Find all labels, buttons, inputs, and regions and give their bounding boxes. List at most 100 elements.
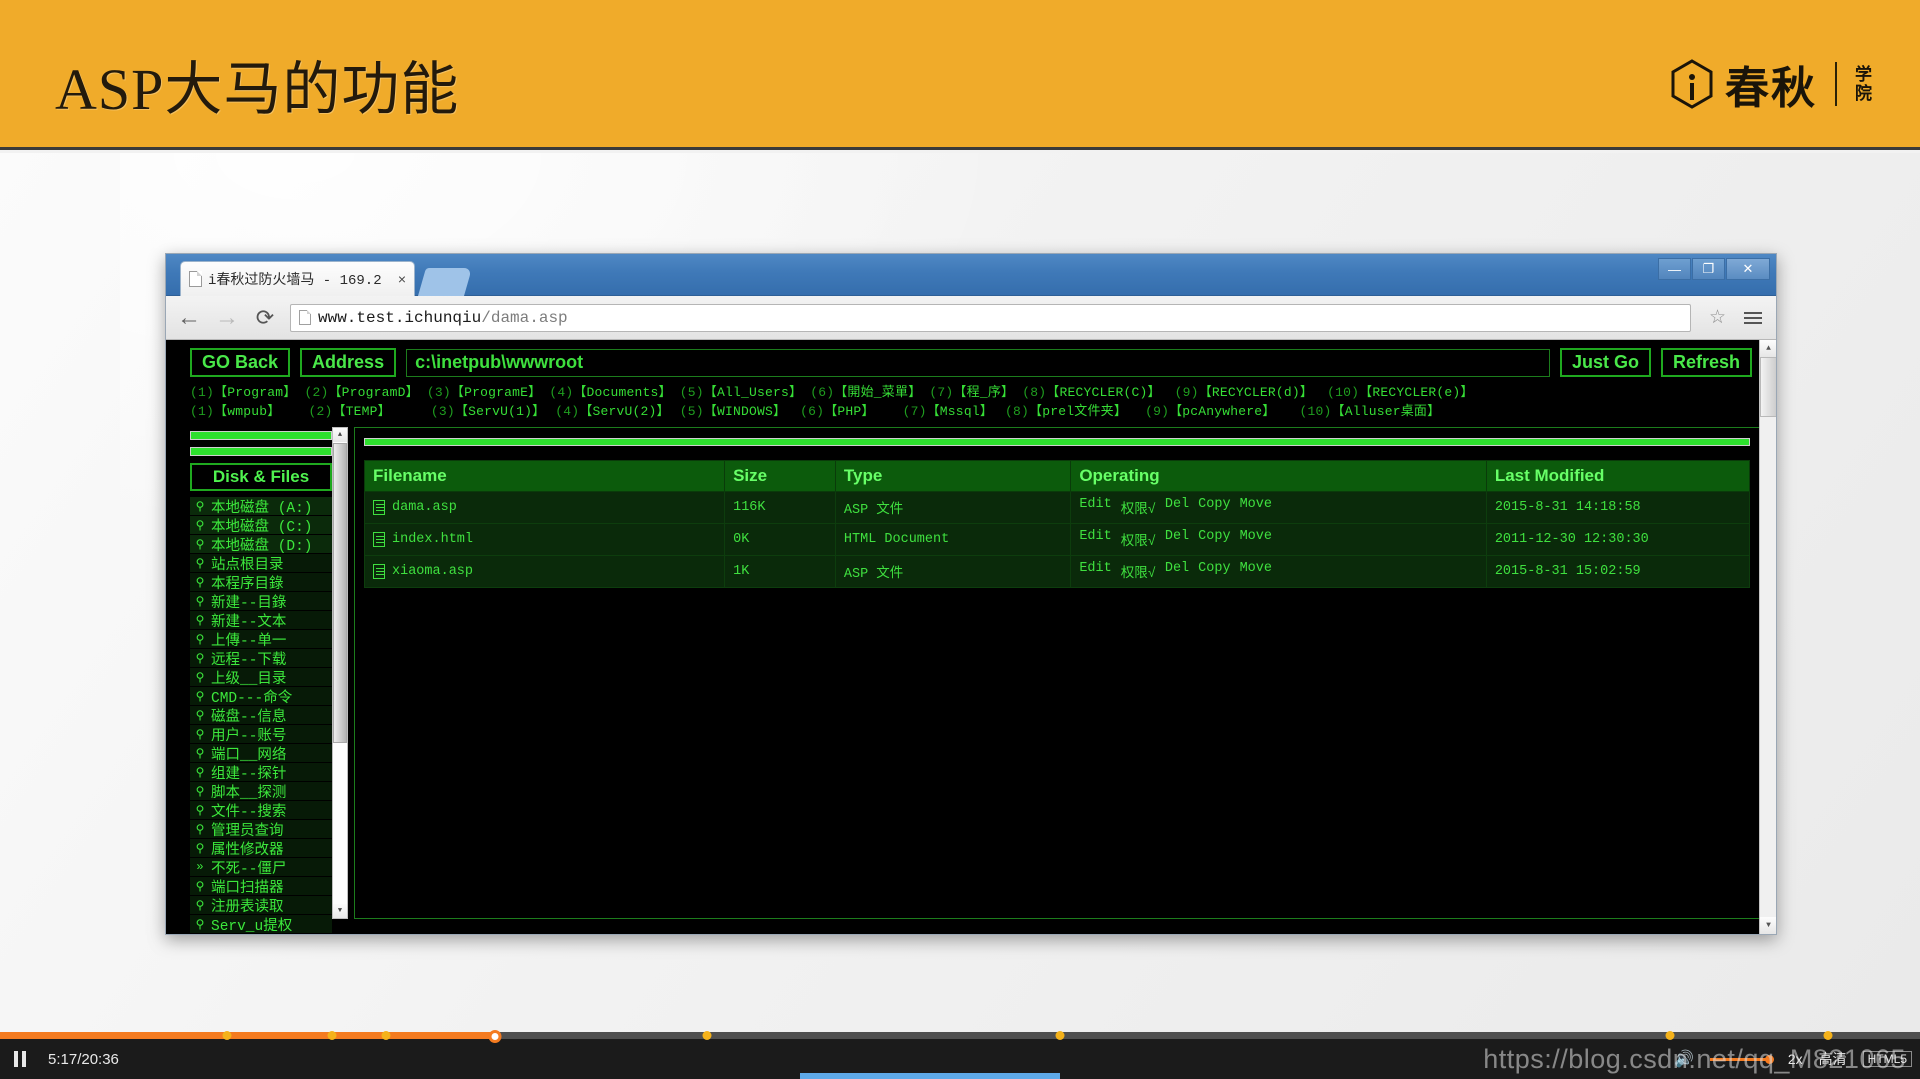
quicklink-item[interactable]: (3)【ProgramE】 xyxy=(427,381,541,400)
sidebar-item[interactable]: ⚲ CMD---命令 xyxy=(190,687,332,707)
sidebar-item[interactable]: » 不死--僵尸 xyxy=(190,858,332,878)
forward-icon[interactable]: → xyxy=(214,305,240,330)
pause-icon[interactable] xyxy=(14,1051,26,1067)
op--link[interactable]: 权限√ xyxy=(1121,497,1156,518)
quicklink-item[interactable]: (4)【ServU(2)】 xyxy=(555,400,669,419)
browser-tab[interactable]: i春秋过防火墙马 - 169.2 × xyxy=(180,261,415,296)
back-icon[interactable]: ← xyxy=(176,305,202,330)
minimize-button[interactable]: — xyxy=(1658,258,1691,280)
sidebar-item[interactable]: ⚲ 端口__网络 xyxy=(190,744,332,764)
go-back-button[interactable]: GO Back xyxy=(190,348,291,377)
sidebar-item[interactable]: ⚲ 本程序目錄 xyxy=(190,573,332,593)
quicklink-item[interactable]: (5)【All_Users】 xyxy=(680,381,802,400)
sidebar-item[interactable]: ⚲ 本地磁盘 (C:) xyxy=(190,516,332,536)
filename-link[interactable]: dama.asp xyxy=(392,500,457,515)
close-window-button[interactable]: ✕ xyxy=(1726,258,1770,280)
close-tab-icon[interactable]: × xyxy=(398,272,406,286)
sidebar-item[interactable]: ⚲ 站点根目录 xyxy=(190,554,332,574)
quicklink-item[interactable]: (1)【wmpub】 xyxy=(190,400,280,419)
op-copy-link[interactable]: Copy xyxy=(1198,529,1230,550)
op-del-link[interactable]: Del xyxy=(1165,497,1189,518)
scroll-down-icon[interactable]: ▼ xyxy=(333,904,347,918)
page-scroll-down-icon[interactable]: ▼ xyxy=(1760,917,1776,934)
sidebar-item-label: 远程--下载 xyxy=(211,652,287,669)
chapter-marker[interactable] xyxy=(327,1031,337,1040)
scroll-up-icon[interactable]: ▲ xyxy=(333,428,347,442)
quicklink-item[interactable]: (4)【Documents】 xyxy=(549,381,671,400)
sidebar-item[interactable]: ⚲ 本地磁盘 (A:) xyxy=(190,497,332,517)
sidebar-item[interactable]: ⚲ 组建--探针 xyxy=(190,763,332,783)
refresh-button[interactable]: Refresh xyxy=(1660,348,1752,377)
page-scrollbar[interactable]: ▲ ▼ xyxy=(1759,340,1776,934)
sidebar-item[interactable]: ⚲ 新建--文本 xyxy=(190,611,332,631)
quicklink-item[interactable]: (9)【pcAnywhere】 xyxy=(1145,400,1275,419)
progress-handle[interactable] xyxy=(488,1030,502,1043)
quicklink-item[interactable]: (5)【WINDOWS】 xyxy=(680,400,786,419)
quicklink-item[interactable]: (2)【TEMP】 xyxy=(308,400,390,419)
filename-link[interactable]: xiaoma.asp xyxy=(392,564,473,579)
chapter-marker[interactable] xyxy=(222,1031,232,1040)
sidebar-item[interactable]: ⚲ 脚本__探测 xyxy=(190,782,332,802)
sidebar-scrollbar[interactable]: ▲ ▼ xyxy=(332,427,348,919)
page-scroll-thumb[interactable] xyxy=(1760,357,1776,417)
op-del-link[interactable]: Del xyxy=(1165,529,1189,550)
sidebar-item[interactable]: ⚲ 新建--目錄 xyxy=(190,592,332,612)
op-del-link[interactable]: Del xyxy=(1165,561,1189,582)
op-move-link[interactable]: Move xyxy=(1240,529,1272,550)
quality-button[interactable]: 高清 xyxy=(1819,1049,1847,1069)
filename-link[interactable]: index.html xyxy=(392,532,473,547)
op-move-link[interactable]: Move xyxy=(1240,561,1272,582)
address-label-button[interactable]: Address xyxy=(300,348,397,377)
sidebar-item[interactable]: ⚲ 上级__目录 xyxy=(190,668,332,688)
chapter-marker[interactable] xyxy=(1055,1031,1065,1040)
quicklink-item[interactable]: (2)【ProgramD】 xyxy=(304,381,418,400)
restore-button[interactable]: ❐ xyxy=(1692,258,1725,280)
new-tab-button[interactable] xyxy=(417,268,473,296)
progress-bar[interactable] xyxy=(0,1030,1920,1043)
sidebar-item[interactable]: ⚲ 磁盘--信息 xyxy=(190,706,332,726)
browser-titlebar[interactable]: i春秋过防火墙马 - 169.2 × — ❐ ✕ xyxy=(166,254,1776,296)
volume-icon[interactable]: 🔊 xyxy=(1674,1049,1694,1069)
menu-icon[interactable] xyxy=(1744,311,1762,324)
volume-slider[interactable] xyxy=(1709,1054,1774,1064)
sidebar-item[interactable]: ⚲ 文件--搜索 xyxy=(190,801,332,821)
page-scroll-up-icon[interactable]: ▲ xyxy=(1760,340,1776,357)
chapter-marker[interactable] xyxy=(702,1031,712,1040)
quicklink-item[interactable]: (1)【Program】 xyxy=(190,381,296,400)
bookmark-star-icon[interactable]: ☆ xyxy=(1709,306,1726,329)
address-bar[interactable]: www.test.ichunqiu/dama.asp xyxy=(290,303,1691,332)
just-go-button[interactable]: Just Go xyxy=(1559,348,1651,377)
op--link[interactable]: 权限√ xyxy=(1121,561,1156,582)
op--link[interactable]: 权限√ xyxy=(1121,529,1156,550)
sidebar-scroll-thumb[interactable] xyxy=(333,443,347,743)
sidebar-item[interactable]: ⚲ 注册表读取 xyxy=(190,896,332,916)
path-input[interactable]: c:\inetpub\wwwroot xyxy=(406,348,1550,377)
chapter-marker[interactable] xyxy=(381,1031,391,1040)
quicklink-item[interactable]: (6)【PHP】 xyxy=(800,400,874,419)
op-copy-link[interactable]: Copy xyxy=(1198,561,1230,582)
sidebar-item[interactable]: ⚲ 远程--下载 xyxy=(190,649,332,669)
quicklink-item[interactable]: (7)【Mssql】 xyxy=(903,400,993,419)
playback-speed-button[interactable]: 2x xyxy=(1788,1051,1803,1067)
quicklink-item[interactable]: (7)【程_序】 xyxy=(929,381,1014,400)
quicklink-item[interactable]: (8)【prel文件夹】 xyxy=(1005,400,1127,419)
op-edit-link[interactable]: Edit xyxy=(1079,529,1111,550)
sidebar-item[interactable]: ⚲ 本地磁盘 (D:) xyxy=(190,535,332,555)
op-edit-link[interactable]: Edit xyxy=(1079,561,1111,582)
quicklink-item[interactable]: (6)【開始_菜單】 xyxy=(810,381,921,400)
reload-icon[interactable]: ⟳ xyxy=(252,306,278,329)
op-move-link[interactable]: Move xyxy=(1240,497,1272,518)
quicklink-item[interactable]: (8)【RECYCLER(C)】 xyxy=(1022,381,1160,400)
quicklink-item[interactable]: (10)【RECYCLER(e)】 xyxy=(1327,381,1473,400)
sidebar-item[interactable]: ⚲ 上傳--单一 xyxy=(190,630,332,650)
quicklink-item[interactable]: (10)【Alluser桌面】 xyxy=(1300,400,1441,419)
sidebar-item[interactable]: ⚲ 用户--账号 xyxy=(190,725,332,745)
quicklink-item[interactable]: (9)【RECYCLER(d)】 xyxy=(1175,381,1313,400)
op-edit-link[interactable]: Edit xyxy=(1079,497,1111,518)
sidebar-item[interactable]: ⚲ 管理员查询 xyxy=(190,820,332,840)
op-copy-link[interactable]: Copy xyxy=(1198,497,1230,518)
sidebar-item[interactable]: ⚲ Serv_u提权 xyxy=(190,915,332,934)
sidebar-item[interactable]: ⚲ 端口扫描器 xyxy=(190,877,332,897)
sidebar-item[interactable]: ⚲ 属性修改器 xyxy=(190,839,332,859)
quicklink-item[interactable]: (3)【ServU(1)】 xyxy=(431,400,545,419)
